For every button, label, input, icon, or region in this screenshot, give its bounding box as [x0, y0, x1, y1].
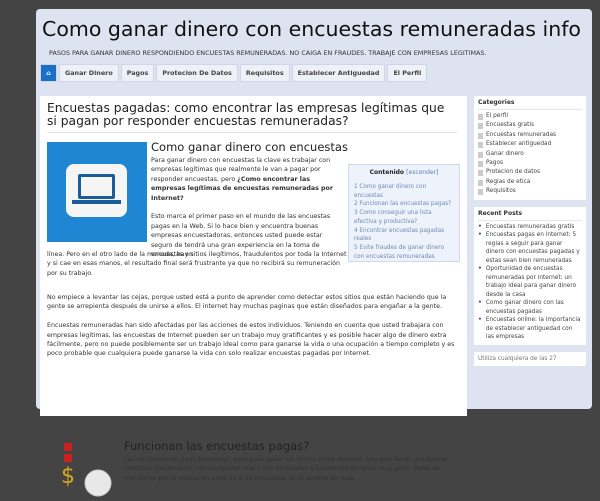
- folder-icon: [478, 170, 483, 177]
- category-label[interactable]: Protecion de datos: [486, 168, 540, 177]
- category-item[interactable]: El perfil: [478, 112, 582, 121]
- recent-post-item[interactable]: • Encuestas online: la importancia de est…: [478, 316, 582, 342]
- paragraph-4: Encuestas remuneradas han sido afectadas…: [47, 322, 455, 358]
- folder-icon: [478, 114, 483, 120]
- toc-item[interactable]: 3 Como conseguir una lista efectiva y pr…: [354, 209, 454, 226]
- folder-icon: [478, 123, 483, 130]
- recent-posts-title: Recent Posts: [478, 210, 582, 221]
- paragraph-5: Las encuestas de pago funcionan, pero pa…: [124, 456, 447, 482]
- category-item[interactable]: Requisitos: [478, 187, 582, 196]
- category-item[interactable]: Pagos: [478, 159, 582, 168]
- categories-title: Categories: [478, 99, 582, 110]
- toc-toggle[interactable]: [esconder]: [406, 169, 438, 176]
- recent-post-item[interactable]: • Como ganar dinero con las encuestas pag…: [478, 299, 582, 316]
- main-content: Encuestas pagadas: como encontrar las em…: [40, 96, 467, 497]
- recent-posts-widget: Recent Posts • Encuestas remuneradas grat…: [474, 206, 586, 345]
- nav-requisitos[interactable]: Requisitos: [239, 64, 290, 82]
- categories-widget: Categories El perfil Encuestas gratis En…: [474, 96, 586, 200]
- section-heading-1: Como ganar dinero con encuestas: [151, 140, 348, 154]
- category-item[interactable]: Protecion de datos: [478, 168, 582, 177]
- post-title: Encuestas pagadas: como encontrar las em…: [47, 102, 457, 133]
- site-title[interactable]: Como ganar dinero con encuestas remunera…: [42, 17, 581, 41]
- main-nav: ⌂ Ganar Dinero Pagos Protecion De Datos …: [40, 64, 428, 82]
- nav-ganar-dinero[interactable]: Ganar Dinero: [59, 64, 119, 82]
- bullet-icon: •: [478, 265, 482, 273]
- intro-text: Para ganar dinero con encuestas la clave…: [151, 156, 341, 259]
- category-label[interactable]: El perfil: [486, 112, 508, 121]
- toc-item[interactable]: 2 Funcionan las encuestas pagas?: [354, 200, 454, 209]
- category-label[interactable]: Encuestas remuneradas: [486, 131, 556, 140]
- dollar-dice-image: $: [61, 443, 112, 497]
- bullet-icon: •: [478, 299, 482, 307]
- text-widget: Utiliza cualquiera de las 27: [474, 351, 586, 366]
- folder-icon: [478, 132, 483, 139]
- page-container: Como ganar dinero con encuestas remunera…: [36, 9, 592, 497]
- recent-post-item[interactable]: • Encuestas pagas en internet: 5 reglas a…: [478, 231, 582, 265]
- toc-title: Contenido: [369, 169, 405, 176]
- folder-icon: [478, 161, 483, 168]
- category-label[interactable]: Encuestas gratis: [486, 121, 534, 130]
- category-item[interactable]: Reglas de etica: [478, 178, 582, 187]
- table-of-contents: Contenido [esconder] 1 Como ganar dinero…: [348, 164, 460, 262]
- category-item[interactable]: Encuestas gratis: [478, 121, 582, 130]
- bullet-icon: •: [478, 316, 482, 324]
- body-text: No empiece a levantar las cejas, porque …: [47, 293, 462, 359]
- category-label[interactable]: Ganar dinero: [486, 150, 524, 159]
- recent-post-item[interactable]: • Oportunidad de encuestas remuneradas po…: [478, 265, 582, 299]
- paragraph-3: No empiece a levantar las cejas, porque …: [47, 294, 447, 311]
- folder-icon: [478, 179, 483, 186]
- nav-pagos[interactable]: Pagos: [120, 64, 155, 82]
- category-label[interactable]: Requisitos: [486, 187, 516, 196]
- category-label[interactable]: Pagos: [486, 159, 503, 168]
- recent-post-link[interactable]: Oportunidad de encuestas remuneradas por…: [486, 265, 582, 299]
- category-item[interactable]: Establecer antiguedad: [478, 140, 582, 149]
- recent-post-link[interactable]: Encuestas remuneradas gratis: [486, 223, 574, 232]
- toc-item[interactable]: 5 Evite fraudes de ganar dinero con encu…: [354, 244, 454, 261]
- category-item[interactable]: Ganar dinero: [478, 150, 582, 159]
- toc-item[interactable]: 1 Como ganar dinero con encuestas: [354, 183, 454, 200]
- section-heading-2: Funcionan las encuestas pagas?: [124, 439, 310, 453]
- category-label[interactable]: Reglas de etica: [486, 178, 530, 187]
- recent-post-link[interactable]: Encuestas online: la importancia de esta…: [486, 316, 582, 342]
- recent-post-item[interactable]: • Encuestas remuneradas gratis: [478, 223, 582, 232]
- toc-item[interactable]: 4 Encontrar encuestas pagadas reales: [354, 227, 454, 244]
- home-icon[interactable]: ⌂: [40, 64, 57, 82]
- bullet-icon: •: [478, 222, 482, 230]
- site-tagline: PASOS PARA GANAR DINERO RESPONDIENDO ENC…: [49, 49, 487, 57]
- folder-icon: [478, 151, 483, 158]
- recent-post-link[interactable]: Como ganar dinero con las encuestas paga…: [486, 299, 582, 316]
- nav-el-perfil[interactable]: El Perfil: [387, 64, 428, 82]
- svg-text:$: $: [61, 464, 75, 489]
- sidebar: Categories El perfil Encuestas gratis En…: [474, 96, 586, 373]
- nav-protecion-de-datos[interactable]: Protecion De Datos: [156, 64, 238, 82]
- category-label[interactable]: Establecer antiguedad: [486, 140, 551, 149]
- paragraph-2-cont: línea. Pero en el otro lado de la moneda…: [47, 251, 347, 277]
- folder-icon: [478, 189, 483, 196]
- nav-establecer-antiguedad[interactable]: Establecer Antiguedad: [291, 64, 386, 82]
- bullet-icon: •: [478, 231, 482, 239]
- category-item[interactable]: Encuestas remuneradas: [478, 131, 582, 140]
- recent-post-link[interactable]: Encuestas pagas en internet: 5 reglas a …: [486, 231, 582, 265]
- folder-icon: [478, 142, 483, 149]
- laptop-survey-image: [47, 142, 147, 242]
